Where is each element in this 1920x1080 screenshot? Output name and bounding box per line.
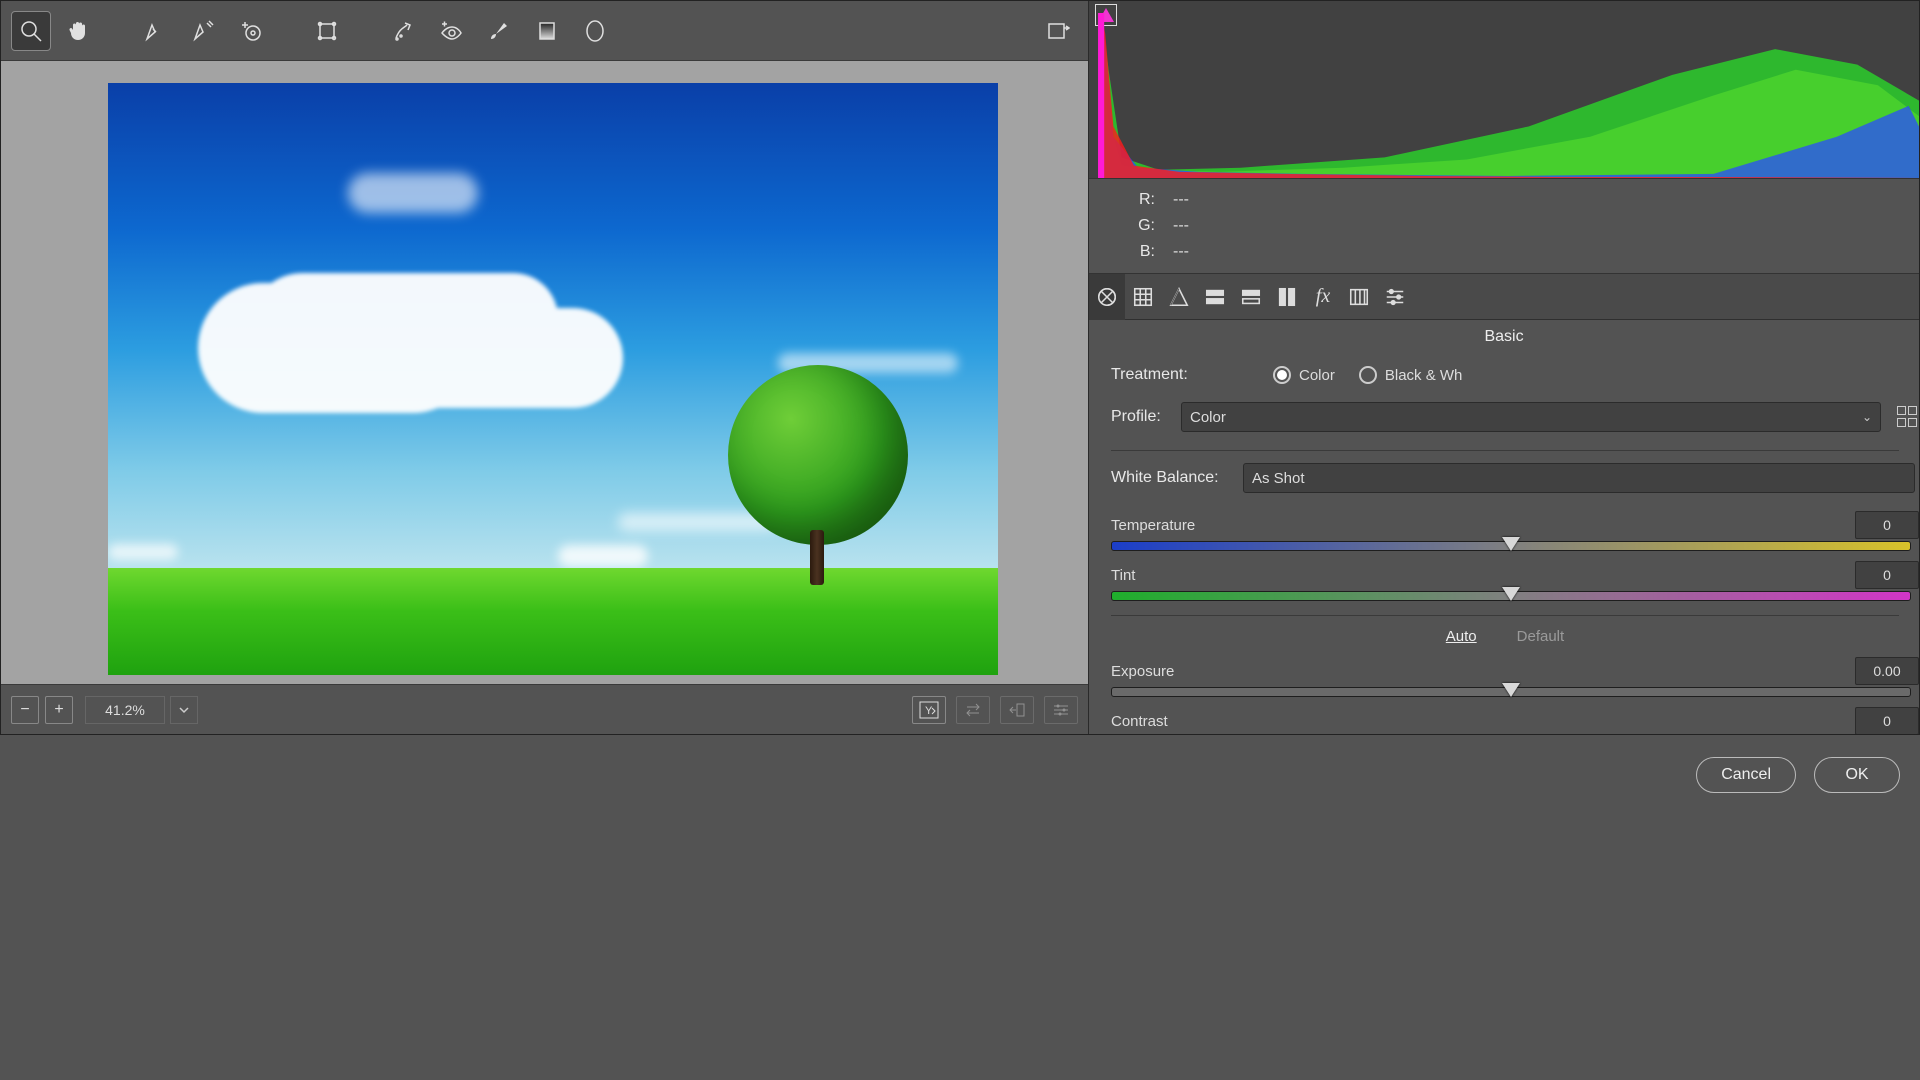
tab-curve[interactable] xyxy=(1125,274,1161,320)
open-preferences-button[interactable] xyxy=(1038,11,1078,51)
zoom-level[interactable]: 41.2% xyxy=(85,696,165,724)
bottom-bar: − + 41.2% Y xyxy=(1,684,1088,734)
temperature-label: Temperature xyxy=(1111,517,1195,534)
spot-removal-tool[interactable] xyxy=(383,11,423,51)
before-after-toggle[interactable]: Y xyxy=(912,696,946,724)
top-toolbar xyxy=(1,1,1088,61)
treatment-color-radio[interactable]: Color xyxy=(1273,366,1335,384)
tab-hsl[interactable] xyxy=(1197,274,1233,320)
exposure-label: Exposure xyxy=(1111,663,1174,680)
tab-detail[interactable] xyxy=(1161,274,1197,320)
profile-browser-icon[interactable] xyxy=(1897,406,1919,428)
dialog-footer: Cancel OK xyxy=(0,735,1920,1080)
hand-tool[interactable] xyxy=(59,11,99,51)
auto-button[interactable]: Auto xyxy=(1446,628,1477,645)
exposure-slider[interactable] xyxy=(1111,687,1911,697)
zoom-out-button[interactable]: − xyxy=(11,696,39,724)
panel-tabs: fx xyxy=(1089,274,1919,320)
right-panel: R:--- G:--- B:--- fx Basic Treatment: Co… xyxy=(1089,1,1919,734)
cancel-button[interactable]: Cancel xyxy=(1696,757,1796,793)
tab-calibration[interactable] xyxy=(1341,274,1377,320)
zoom-in-button[interactable]: + xyxy=(45,696,73,724)
crop-tool[interactable] xyxy=(307,11,347,51)
zoom-dropdown[interactable] xyxy=(170,696,198,724)
image-canvas[interactable] xyxy=(1,61,1088,684)
tab-split[interactable] xyxy=(1233,274,1269,320)
tab-lens[interactable] xyxy=(1269,274,1305,320)
radial-filter-tool[interactable] xyxy=(575,11,615,51)
temperature-value[interactable]: 0 xyxy=(1855,511,1919,539)
white-balance-tool[interactable] xyxy=(135,11,175,51)
panel-title: Basic xyxy=(1089,320,1919,354)
white-balance-label: White Balance: xyxy=(1111,469,1243,487)
white-balance-select[interactable]: As Shot xyxy=(1243,463,1915,493)
svg-text:Y: Y xyxy=(925,705,933,717)
temperature-slider[interactable] xyxy=(1111,541,1911,551)
exposure-value[interactable]: 0.00 xyxy=(1855,657,1919,685)
rgb-readout: R:--- G:--- B:--- xyxy=(1089,179,1919,274)
color-sampler-tool[interactable] xyxy=(183,11,223,51)
histogram[interactable] xyxy=(1089,1,1919,179)
swap-before-after[interactable] xyxy=(956,696,990,724)
copy-settings-left[interactable] xyxy=(1000,696,1034,724)
contrast-label: Contrast xyxy=(1111,713,1168,730)
ok-button[interactable]: OK xyxy=(1814,757,1900,793)
tab-presets[interactable] xyxy=(1377,274,1413,320)
adjustment-brush-tool[interactable] xyxy=(479,11,519,51)
tab-basic[interactable] xyxy=(1089,274,1125,320)
contrast-value[interactable]: 0 xyxy=(1855,707,1919,734)
preview-image xyxy=(108,83,998,675)
zoom-tool[interactable] xyxy=(11,11,51,51)
default-button[interactable]: Default xyxy=(1517,628,1565,645)
treatment-bw-radio[interactable]: Black & Wh xyxy=(1359,366,1463,384)
tint-label: Tint xyxy=(1111,567,1135,584)
graduated-filter-tool[interactable] xyxy=(527,11,567,51)
tint-slider[interactable] xyxy=(1111,591,1911,601)
toggle-settings[interactable] xyxy=(1044,696,1078,724)
profile-label: Profile: xyxy=(1111,408,1181,426)
tab-effects[interactable]: fx xyxy=(1305,274,1341,320)
targeted-adjustment-tool[interactable] xyxy=(231,11,271,51)
red-eye-tool[interactable] xyxy=(431,11,471,51)
treatment-label: Treatment: xyxy=(1111,366,1243,384)
tint-value[interactable]: 0 xyxy=(1855,561,1919,589)
profile-select[interactable]: Color⌄ xyxy=(1181,402,1881,432)
